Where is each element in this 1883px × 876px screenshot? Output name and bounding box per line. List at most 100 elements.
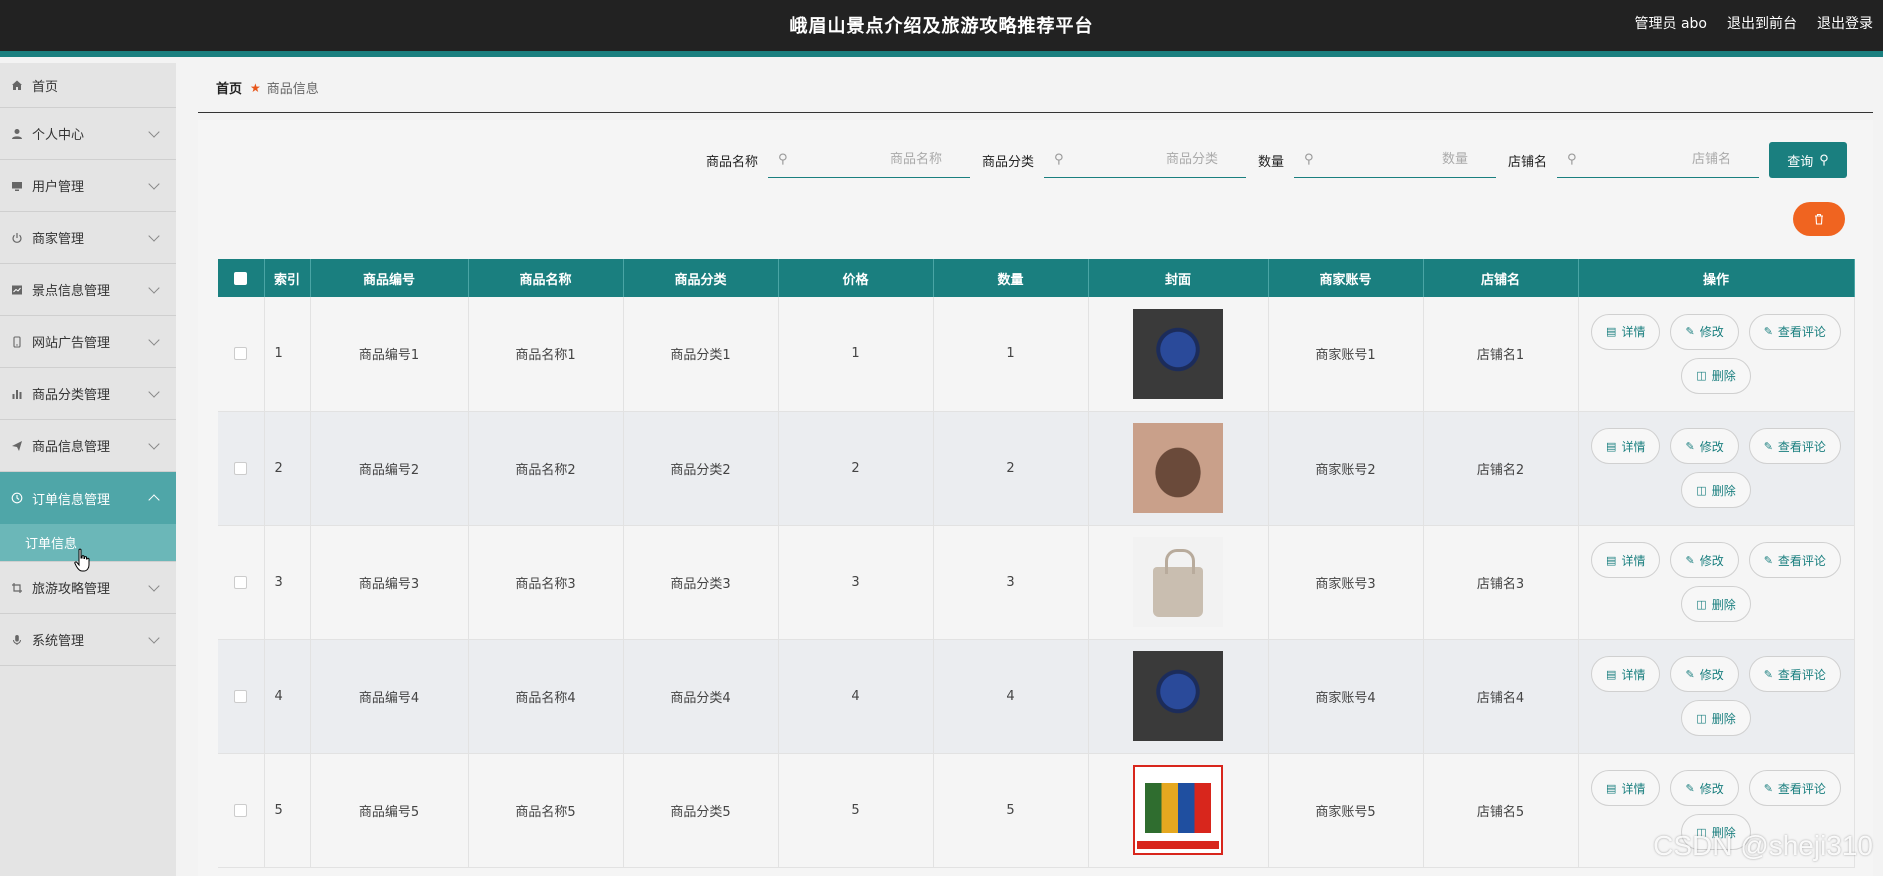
sidebar-item-personal[interactable]: 个人中心 [0, 108, 176, 160]
search-box: ⚲ [767, 142, 970, 178]
sidebar-item-categories[interactable]: 商品分类管理 [0, 368, 176, 420]
sidebar-item-users[interactable]: 用户管理 [0, 160, 176, 212]
delete-button[interactable]: ◫ 删除 [1681, 586, 1751, 622]
shop-name-input[interactable] [1557, 142, 1759, 177]
chevron-down-icon [148, 281, 160, 294]
col-header: 封面 [1088, 259, 1269, 297]
table-cell: 商家账号3 [1268, 525, 1424, 640]
sidebar-item-merchants[interactable]: 商家管理 [0, 212, 176, 264]
sidebar-item-products[interactable]: 商品信息管理 [0, 420, 176, 472]
query-button-label: 查询 [1787, 153, 1814, 169]
pencil-icon: ✎ [1763, 553, 1773, 567]
table-row: 1 商品编号1 商品名称1 商品分类1 1 1 商家账号1 店铺名1 ▤ 详情 ✎ 修改 ✎ 查看评… [218, 297, 1855, 412]
user-icon [10, 127, 24, 141]
edit-button[interactable]: ✎ 修改 [1670, 313, 1739, 350]
sidebar-item-label: 网站广告管理 [32, 336, 111, 351]
table-cell: 5 [264, 753, 311, 868]
chevron-down-icon [148, 125, 160, 138]
view-comments-button[interactable]: ✎ 查看评论 [1748, 313, 1841, 350]
delete-button[interactable]: ◫ 删除 [1681, 472, 1751, 508]
table-cell: 4 [778, 639, 934, 754]
clock-icon [10, 491, 24, 505]
pencil-icon: ✎ [1685, 439, 1695, 453]
row-checkbox[interactable] [234, 461, 248, 475]
view-comments-button[interactable]: ✎ 查看评论 [1748, 770, 1841, 806]
hand-cursor-icon [74, 548, 90, 572]
cover-image [1133, 765, 1223, 855]
sidebar-item-attractions[interactable]: 景点信息管理 [0, 264, 176, 316]
row-select-cell [218, 411, 265, 526]
detail-button[interactable]: ▤ 详情 [1591, 428, 1661, 464]
delete-button[interactable]: ◫ 删除 [1681, 700, 1751, 736]
row-checkbox[interactable] [234, 689, 248, 703]
table-cell: 商品分类5 [623, 753, 779, 868]
quantity-input[interactable] [1293, 142, 1496, 177]
table-cell: 2 [933, 411, 1089, 526]
delete-button-label: 删除 [1711, 597, 1736, 612]
chevron-down-icon [148, 631, 160, 644]
query-button[interactable]: 查询 ⚲ [1769, 142, 1847, 178]
mic-icon [10, 633, 24, 647]
sidebar-item-ads[interactable]: 网站广告管理 [0, 316, 176, 368]
breadcrumb-home[interactable]: 首页 [216, 78, 242, 97]
home-icon [10, 78, 24, 92]
view-comments-button[interactable]: ✎ 查看评论 [1748, 542, 1841, 578]
detail-button-label: 详情 [1621, 667, 1646, 682]
pencil-icon: ✎ [1685, 667, 1695, 681]
edit-button[interactable]: ✎ 修改 [1670, 770, 1739, 806]
select-all-cell [218, 259, 265, 297]
logout-link[interactable]: 退出登录 [1817, 13, 1873, 33]
table-cell: 2 [264, 411, 311, 526]
select-all-checkbox[interactable] [234, 271, 248, 285]
pencil-icon: ✎ [1763, 325, 1773, 339]
sidebar-subitem-label: 订单信息 [25, 537, 78, 552]
sidebar-item-system[interactable]: 系统管理 [0, 614, 176, 666]
table-cell: 商品名称1 [468, 297, 624, 412]
row-checkbox[interactable] [234, 347, 248, 361]
edit-button[interactable]: ✎ 修改 [1670, 542, 1739, 578]
sidebar-item-label: 首页 [32, 79, 59, 95]
row-select-cell [218, 753, 265, 868]
detail-button[interactable]: ▤ 详情 [1591, 656, 1661, 692]
search-label: 商品分类 [981, 154, 1034, 170]
row-checkbox[interactable] [234, 803, 248, 817]
breadcrumb: 首页 ★ 商品信息 [198, 63, 1873, 113]
trash-icon [1815, 213, 1823, 225]
watermark: CSDN @sheji310 [1653, 830, 1873, 861]
ops-cell: ▤ 详情 ✎ 修改 ✎ 查看评论 ◫ 删除 [1578, 525, 1855, 640]
table-cell: 商品编号1 [310, 297, 469, 412]
col-header: 价格 [778, 259, 934, 297]
search-label: 数量 [1257, 154, 1284, 170]
edit-button[interactable]: ✎ 修改 [1670, 428, 1739, 464]
delete-button[interactable]: ◫ 删除 [1681, 357, 1751, 394]
chevron-down-icon [148, 579, 160, 592]
row-select-cell [218, 297, 265, 412]
content-panel: 商品名称 ⚲ 商品分类 ⚲ 数量 ⚲ [198, 120, 1873, 876]
table-cell: 商家账号5 [1268, 753, 1424, 868]
search-label: 商品名称 [705, 154, 758, 170]
phone-icon [10, 335, 24, 349]
product-category-input[interactable] [1043, 142, 1246, 177]
sidebar-item-home[interactable]: 首页 [0, 63, 176, 108]
table-row: 4 商品编号4 商品名称4 商品分类4 4 4 商家账号4 店铺名4 ▤ 详情 ✎ 修改 ✎ 查看评… [218, 639, 1855, 754]
exit-to-front-link[interactable]: 退出到前台 [1727, 13, 1797, 33]
view-comments-button[interactable]: ✎ 查看评论 [1748, 656, 1841, 692]
col-header: 商品分类 [623, 259, 779, 297]
product-name-input[interactable] [767, 142, 970, 177]
sidebar-item-orders[interactable]: 订单信息管理 [0, 472, 176, 524]
search-field-name: 商品名称 ⚲ [706, 142, 970, 178]
batch-delete-button[interactable] [1793, 202, 1845, 236]
detail-button-label: 详情 [1621, 439, 1646, 454]
table-cell: 1 [933, 297, 1089, 412]
detail-button[interactable]: ▤ 详情 [1591, 542, 1661, 578]
edit-button[interactable]: ✎ 修改 [1670, 656, 1739, 692]
search-box: ⚲ [1557, 142, 1759, 178]
row-checkbox[interactable] [234, 575, 248, 589]
view-comments-button[interactable]: ✎ 查看评论 [1748, 428, 1841, 464]
detail-button[interactable]: ▤ 详情 [1591, 313, 1661, 350]
chevron-down-icon [148, 385, 160, 398]
detail-button[interactable]: ▤ 详情 [1591, 770, 1661, 806]
header-user-area: 管理员 abo 退出到前台 退出登录 [1635, 13, 1873, 33]
chevron-down-icon [148, 437, 160, 450]
detail-button-label: 详情 [1621, 325, 1646, 340]
